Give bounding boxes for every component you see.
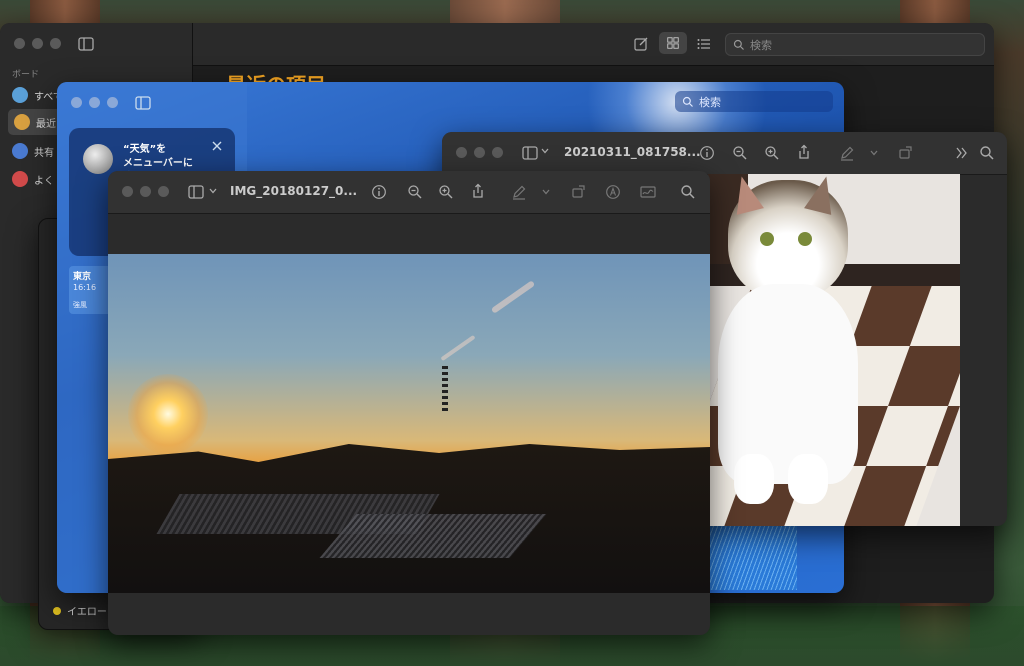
city-name: 東京 [73,272,92,282]
weather-traffic-lights[interactable] [71,97,118,108]
notice-title: “天気”を [123,144,167,155]
zoom-in-icon[interactable] [438,184,454,200]
cat-photo [708,174,960,526]
sidebar-item-shared[interactable]: 共有 [12,143,54,159]
search-icon[interactable] [680,184,696,200]
shared-icon [12,143,28,159]
sidebar-item-label: 共有 [34,147,54,159]
tag-dot-icon [12,87,28,103]
share-icon[interactable] [796,144,812,160]
chevron-down-icon[interactable] [540,146,550,156]
notice-line2: メニューバーに [123,158,193,169]
zoom-in-icon[interactable] [764,145,780,161]
preview-sunset-window[interactable]: IMG_20180127_0... [108,171,710,635]
compose-icon[interactable] [633,36,649,52]
tag-yellow-item[interactable]: イエロー [53,603,107,618]
sunset-toolbar: IMG_20180127_0... [108,171,710,214]
rotate-icon[interactable] [898,144,914,160]
frequent-icon [12,171,28,187]
sunset-window-title: IMG_20180127_0... [230,184,358,198]
sidebar-heading: ボード [12,70,40,80]
finder-search-field[interactable]: 検索 [725,33,985,56]
markup-pen-icon[interactable] [839,145,855,161]
signature-icon[interactable] [640,184,656,200]
chevron-down-icon[interactable] [208,186,218,196]
search-placeholder: 検索 [750,38,772,52]
search-icon [733,39,744,50]
cat-traffic-lights[interactable] [456,147,503,158]
sidebar-item-label: よく [34,175,54,187]
finder-toolbar: 検索 [193,23,994,66]
city-condition: 強風 [73,301,87,309]
sunset-photo [108,254,710,593]
sidebar-item-all[interactable]: すべて [12,87,63,103]
annotate-icon[interactable] [605,184,621,200]
zoom-out-icon[interactable] [732,145,748,161]
recent-icon [14,114,30,130]
sidebar-item-label: 最近 [36,118,56,130]
sunset-traffic-lights[interactable] [122,186,169,197]
chevron-down-icon[interactable] [541,187,551,197]
weather-sidebar-toggle-icon[interactable] [135,95,151,111]
sidebar-item-frequent[interactable]: よく [12,171,54,187]
search-placeholder: 検索 [699,95,721,109]
weather-rain-panel [707,522,797,590]
grid-view-button[interactable] [659,32,687,54]
sidebar-toggle-icon[interactable] [522,145,538,161]
more-tools-icon[interactable] [954,145,970,161]
share-icon[interactable] [470,183,486,199]
rotate-icon[interactable] [571,183,587,199]
city-time: 16:16 [73,283,97,292]
search-icon[interactable] [979,145,995,161]
weather-search-field[interactable]: 検索 [675,91,833,112]
cat-toolbar: 20210311_081758... [442,132,1007,175]
sidebar-toggle-icon[interactable] [188,184,204,200]
search-icon [682,96,693,107]
zoom-out-icon[interactable] [407,184,423,200]
info-icon[interactable] [371,184,387,200]
markup-pen-icon[interactable] [511,184,527,200]
list-view-icon[interactable] [696,36,712,52]
weather-app-icon [83,144,113,174]
tag-label: イエロー [67,607,107,618]
yellow-dot-icon [53,606,61,615]
info-icon[interactable] [699,145,715,161]
cat-window-title: 20210311_081758... [564,145,701,159]
close-icon[interactable] [211,140,223,152]
finder-traffic-lights[interactable] [14,38,61,49]
chevron-down-icon[interactable] [869,148,879,158]
sidebar-toggle-icon[interactable] [78,36,94,52]
